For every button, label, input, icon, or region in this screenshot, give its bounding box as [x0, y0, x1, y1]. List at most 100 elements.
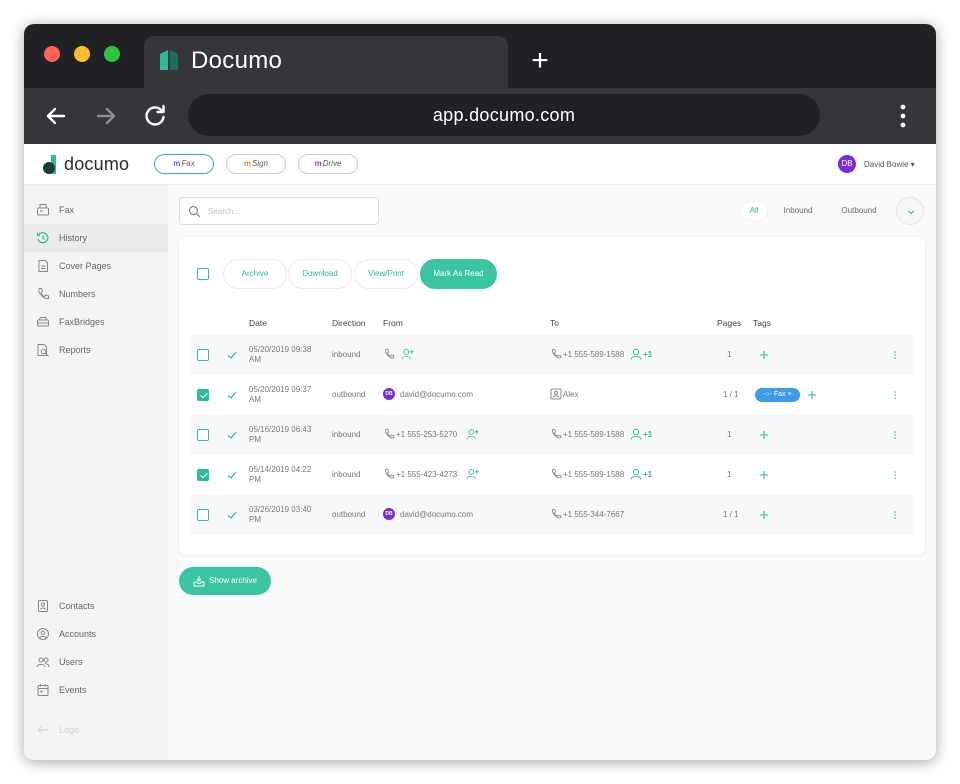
row-menu-icon[interactable]	[893, 430, 897, 440]
row-to: +1 555-589-1588	[563, 350, 625, 359]
row-menu-icon[interactable]	[893, 510, 897, 520]
filter-inbound[interactable]: Inbound	[776, 202, 820, 220]
check-icon	[227, 511, 237, 519]
table-row[interactable]: 05/14/2019 04:22 PM inbound +1 555-423-42…	[191, 455, 914, 495]
column-header-tags[interactable]: Tags	[753, 318, 771, 328]
arrow-left-icon	[37, 726, 48, 734]
forward-arrow-icon[interactable]	[92, 102, 120, 130]
sidebar-item-contacts[interactable]: Contacts	[24, 592, 168, 620]
filter-outbound[interactable]: Outbound	[834, 202, 884, 220]
sidebar-item-reports[interactable]: Reports	[24, 336, 168, 364]
add-contact-icon[interactable]	[465, 428, 480, 440]
row-to: +1 555-589-1588	[563, 470, 625, 479]
select-all-checkbox[interactable]	[197, 268, 209, 280]
row-pages: 1 / 1	[723, 510, 739, 519]
phone-icon	[551, 428, 562, 439]
row-menu-icon[interactable]	[893, 470, 897, 480]
row-date: 05/20/2019 09:37 AM	[249, 385, 321, 405]
contact-icon	[630, 348, 642, 360]
row-checkbox[interactable]	[197, 429, 209, 441]
column-header-pages[interactable]: Pages	[717, 318, 741, 328]
user-menu[interactable]: DB David Bowie ▾	[838, 155, 915, 173]
row-pages: 1 / 1	[723, 390, 739, 399]
add-contact-icon[interactable]	[465, 468, 480, 480]
product-drive-mark: m	[314, 159, 322, 168]
table-row[interactable]: 05/20/2019 09:37 AM outbound DB david@doc…	[191, 375, 914, 415]
sidebar-item-label: History	[59, 233, 88, 243]
add-tag-icon[interactable]	[807, 390, 817, 400]
add-contact-icon[interactable]	[400, 348, 415, 360]
row-menu-icon[interactable]	[893, 390, 897, 400]
brand-name: documo	[64, 154, 130, 174]
column-header-to[interactable]: To	[550, 318, 559, 328]
filter-dropdown-button[interactable]	[896, 197, 924, 225]
contact-icon	[630, 428, 642, 440]
sidebar-item-history[interactable]: History	[24, 224, 168, 252]
document-icon	[38, 260, 48, 272]
column-header-date[interactable]: Date	[249, 318, 267, 328]
archive-button[interactable]: Archive	[223, 259, 287, 289]
row-to-extra[interactable]: +1	[643, 470, 652, 479]
add-tag-icon[interactable]	[759, 510, 769, 520]
row-to: +1 555-589-1588	[563, 430, 625, 439]
product-fax-label: Fax	[181, 159, 195, 168]
address-bar[interactable]: app.documo.com	[188, 94, 820, 136]
product-sign-label: Sign	[252, 159, 269, 168]
add-tag-icon[interactable]	[759, 350, 769, 360]
maximize-window-button[interactable]	[104, 46, 120, 62]
search-icon	[188, 205, 201, 218]
product-drive-button[interactable]: mDrive	[298, 154, 358, 174]
row-checkbox[interactable]	[197, 509, 209, 521]
reload-icon[interactable]	[141, 102, 169, 130]
browser-tab[interactable]: Documo	[144, 36, 508, 88]
filter-all[interactable]: All	[741, 202, 767, 220]
minimize-window-button[interactable]	[74, 46, 90, 62]
product-fax-button[interactable]: mFax	[154, 154, 214, 174]
sidebar-item-fax[interactable]: Fax	[24, 196, 168, 224]
table-row[interactable]: 05/20/2019 09:38 AM inbound +1 555-589-15…	[191, 335, 914, 375]
tag-icon: -○-	[763, 391, 772, 398]
user-name: David Bowie ▾	[864, 159, 915, 169]
add-tag-icon[interactable]	[759, 430, 769, 440]
row-menu-icon[interactable]	[893, 350, 897, 360]
mark-as-read-button[interactable]: Mark As Read	[420, 259, 497, 289]
sidebar-item-events[interactable]: Events	[24, 676, 168, 704]
view-print-button[interactable]: View/Print	[354, 259, 418, 289]
row-checkbox[interactable]	[197, 389, 209, 401]
tag-label: Fax	[773, 391, 786, 398]
phone-icon	[384, 468, 395, 479]
new-tab-button[interactable]: +	[528, 46, 552, 76]
phone-icon	[38, 288, 49, 300]
sidebar-item-accounts[interactable]: Accounts	[24, 620, 168, 648]
search-input[interactable]	[208, 202, 368, 220]
row-checkbox[interactable]	[197, 349, 209, 361]
sidebar-item-cover-pages[interactable]: Cover Pages	[24, 252, 168, 280]
row-checkbox[interactable]	[197, 469, 209, 481]
phone-icon	[384, 428, 395, 439]
row-date-ampm: PM	[249, 435, 261, 444]
column-header-from[interactable]: From	[383, 318, 403, 328]
sidebar-item-numbers[interactable]: Numbers	[24, 280, 168, 308]
row-date: 05/14/2019 04:22 PM	[249, 465, 321, 485]
sidebar-item-faxbridges[interactable]: FaxBridges	[24, 308, 168, 336]
row-date-ampm: AM	[249, 355, 261, 364]
row-to-extra[interactable]: +1	[643, 430, 652, 439]
table-row[interactable]: 05/16/2019 06:43 PM inbound +1 555-253-52…	[191, 415, 914, 455]
row-to-extra[interactable]: +1	[643, 350, 652, 359]
back-arrow-icon[interactable]	[42, 102, 70, 130]
download-button[interactable]: Download	[288, 259, 352, 289]
tag-badge[interactable]: -○- Fax ×	[755, 388, 800, 402]
brand-logo[interactable]: documo	[42, 152, 137, 178]
table-row[interactable]: 03/26/2019 03:40 PM outbound DB david@doc…	[191, 495, 914, 535]
show-archive-button[interactable]: Show archive	[179, 567, 271, 595]
check-icon	[227, 351, 237, 359]
sidebar-item-logout[interactable]: Logo	[24, 716, 168, 744]
tab-title: Documo	[191, 47, 283, 74]
browser-menu-icon[interactable]	[896, 102, 910, 130]
product-sign-button[interactable]: mSign	[226, 154, 286, 174]
sidebar-item-users[interactable]: Users	[24, 648, 168, 676]
close-window-button[interactable]	[44, 46, 60, 62]
column-header-direction[interactable]: Direction	[332, 318, 366, 328]
remove-tag-icon[interactable]: ×	[787, 391, 791, 398]
add-tag-icon[interactable]	[759, 470, 769, 480]
